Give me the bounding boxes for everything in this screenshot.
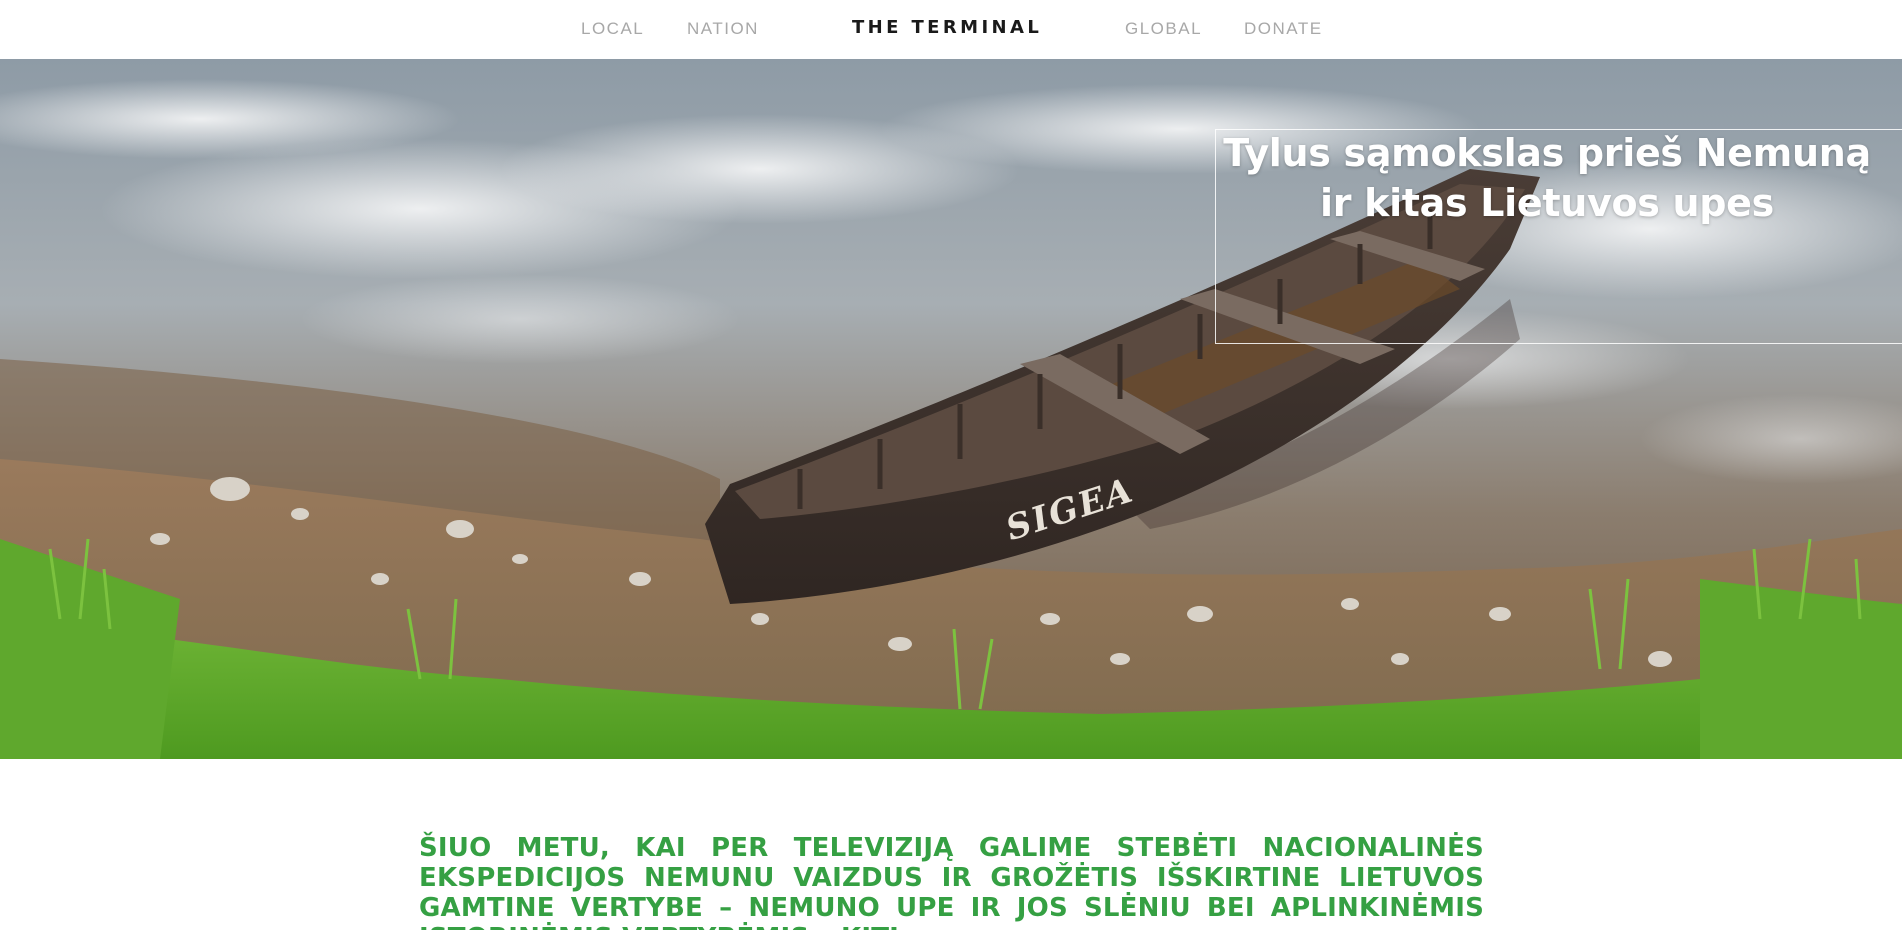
nav-link-local[interactable]: LOCAL [581,19,644,39]
site-logo[interactable]: THE TERMINAL [852,17,1042,39]
article-lead: Šiuo metu, kai per televiziją galime ste… [419,833,1484,930]
nav-link-nation[interactable]: NATION [687,19,759,39]
nav-link-donate[interactable]: DONATE [1244,19,1323,39]
nav-link-global[interactable]: GLOBAL [1125,19,1202,39]
top-navigation: LOCAL NATION THE TERMINAL GLOBAL DONATE [0,0,1902,59]
hero-headline[interactable]: Tylus sąmokslas prieš Nemuną ir kitas Li… [1222,128,1872,228]
